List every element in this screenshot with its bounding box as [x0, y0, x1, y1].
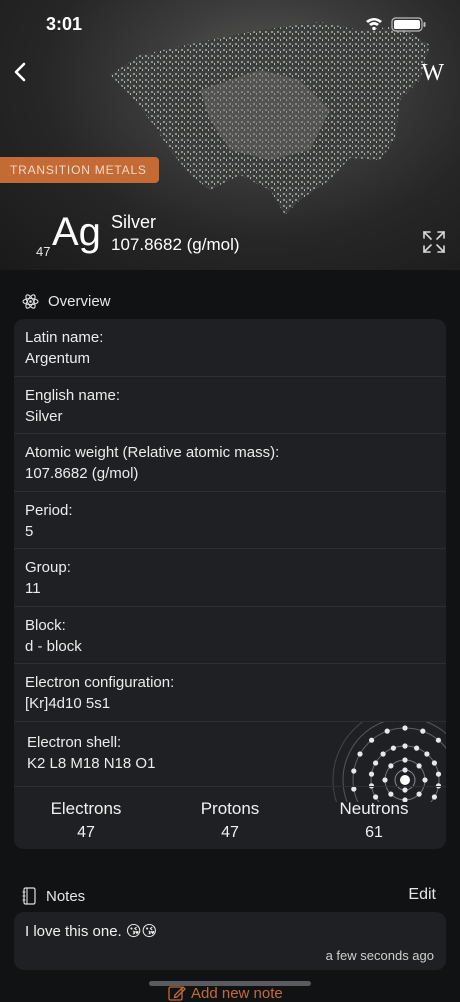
info-value: 5 — [25, 522, 34, 540]
home-indicator — [149, 981, 311, 986]
particle-counts: Electrons 47 Protons 47 Neutrons 61 — [14, 785, 446, 849]
overview-title: Overview — [48, 292, 111, 310]
electron-dot — [373, 759, 379, 766]
electron-dot — [368, 771, 375, 777]
electron-dot — [435, 771, 442, 777]
info-row-electron-configuration: Electron configuration: [Kr]4d10 5s1 — [14, 664, 446, 722]
info-value: 11 — [25, 580, 41, 597]
edit-notes-button[interactable]: Edit — [408, 886, 436, 904]
element-weight: 107.8682 (g/mol) — [111, 235, 240, 254]
info-value: Silver — [25, 407, 63, 425]
info-label: Electron configuration: — [25, 674, 175, 691]
note-timestamp: a few seconds ago — [325, 948, 434, 963]
count-value: 47 — [221, 823, 239, 841]
info-row-atomic-weight: Atomic weight (Relative atomic mass): 10… — [14, 434, 446, 492]
info-label: Block: — [25, 616, 66, 634]
note-text: I love this one. 😘😘 — [25, 923, 158, 940]
count-value: 61 — [365, 823, 383, 841]
electron-dot — [384, 728, 390, 734]
info-value: Argentum — [25, 350, 91, 367]
info-label: Latin name: — [25, 329, 104, 346]
status-time: 3:01 — [46, 14, 83, 34]
count-value: 47 — [77, 823, 95, 841]
info-row-period: Period: 5 — [14, 492, 446, 549]
info-row-english-name: English name: Silver — [14, 377, 446, 434]
info-value: 107.8682 (g/mol) — [25, 465, 139, 482]
electron-dot — [416, 762, 422, 768]
wikipedia-button[interactable]: W — [421, 60, 444, 87]
electron-dot — [402, 766, 408, 773]
electron-dot — [357, 750, 363, 757]
info-value: [Kr]4d10 5s1 — [25, 695, 111, 712]
electron-dot — [422, 776, 428, 783]
info-row-latin-name: Latin name: Argentum — [14, 319, 446, 377]
info-label: English name: — [25, 386, 121, 404]
notes-title: Notes — [46, 887, 86, 905]
electrons-count: Electrons 47 — [14, 787, 158, 849]
atomic-number: 47 — [36, 244, 51, 259]
notebook-icon — [22, 887, 36, 905]
count-label: Protons — [200, 798, 260, 818]
electron-dot — [414, 745, 420, 751]
electron-dot — [402, 756, 408, 763]
electron-dot — [420, 728, 426, 734]
count-label: Neutrons — [339, 798, 409, 818]
electron-dot — [431, 759, 437, 766]
edit-note-icon — [168, 986, 186, 1001]
back-button[interactable] — [8, 58, 34, 88]
neutrons-count: Neutrons 61 — [302, 787, 446, 849]
add-note-label: Add new note — [191, 984, 283, 1002]
protons-count: Protons 47 — [158, 787, 302, 849]
count-label: Electrons — [50, 798, 122, 818]
info-label: Group: — [25, 559, 71, 576]
status-icons — [364, 16, 434, 37]
wifi-icon — [366, 18, 382, 31]
battery-icon — [391, 17, 426, 32]
info-label: Electron shell: — [27, 733, 122, 751]
electron-dot — [402, 724, 408, 731]
electron-dot — [369, 737, 375, 743]
expand-icon — [423, 231, 445, 253]
overview-header: Overview — [22, 290, 111, 312]
electron-dot — [424, 750, 430, 757]
electron-dot — [402, 742, 408, 749]
electron-dot — [390, 745, 396, 751]
info-value: K2 L8 M18 N18 O1 — [27, 754, 156, 772]
electron-dot — [435, 737, 441, 743]
electron-dot — [380, 750, 386, 757]
note-item[interactable]: I love this one. 😘😘 a few seconds ago — [14, 912, 446, 970]
info-label: Atomic weight (Relative atomic mass): — [25, 444, 280, 461]
notes-header: Notes — [22, 885, 85, 907]
info-row-electron-shell: Electron shell: K2 L8 M18 N18 O1 — [14, 721, 446, 802]
atom-icon — [22, 293, 39, 309]
status-bar: 3:01 — [0, 0, 460, 50]
info-label: Period: — [25, 501, 73, 519]
info-row-block: Block: d - block — [14, 607, 446, 664]
overview-card: Latin name: Argentum English name: Silve… — [14, 319, 446, 849]
info-row-group: Group: 11 — [14, 549, 446, 607]
chevron-left-icon — [14, 62, 26, 82]
element-symbol: Ag — [52, 210, 101, 254]
electron-dot — [351, 767, 357, 774]
add-note-button[interactable]: Add new note — [168, 984, 283, 1002]
element-name: Silver — [111, 212, 157, 232]
electron-dot — [388, 762, 394, 768]
electron-dot — [382, 776, 388, 783]
expand-image-button[interactable] — [422, 230, 446, 259]
info-value: d - block — [25, 637, 82, 655]
category-badge: TRANSITION METALS — [0, 157, 159, 183]
